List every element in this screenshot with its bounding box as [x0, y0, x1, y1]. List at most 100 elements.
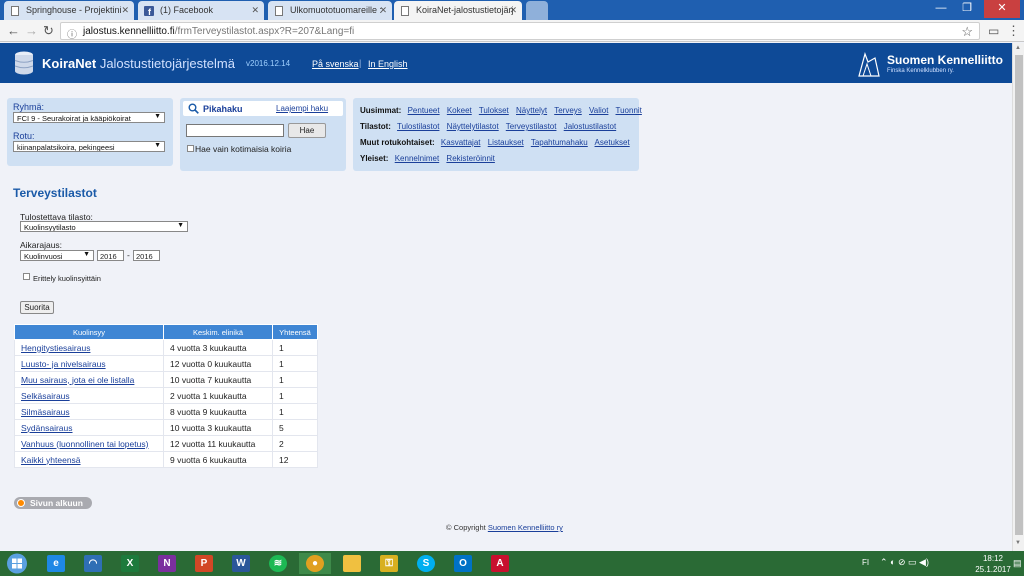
link-tapahtumahaku[interactable]: Tapahtumahaku [531, 138, 588, 147]
link-kennelnimet[interactable]: Kennelnimet [395, 154, 439, 163]
link-terveystilastot[interactable]: Terveystilastot [506, 122, 557, 131]
scroll-down-icon[interactable]: ▼ [1015, 540, 1021, 546]
taskbar-spotify[interactable]: ≋ [262, 553, 294, 574]
acrobat-icon: A [491, 555, 509, 572]
total-cell: 2 [272, 435, 318, 452]
taskbar-skype[interactable]: S [410, 553, 442, 574]
taskbar-excel[interactable]: X [114, 553, 146, 574]
header-cause[interactable]: Kuolinsyy [14, 324, 164, 340]
new-tab-button[interactable] [526, 1, 548, 20]
period-type-select[interactable]: Kuolinvuosi ▼ [20, 250, 94, 261]
statistic-select[interactable]: Kuolinsyytilasto ▼ [20, 221, 188, 232]
info-icon[interactable]: ⓘ [67, 26, 77, 41]
tray-icons[interactable]: ⌃ ◐ ⊘ ▭ ◀) [880, 557, 929, 568]
taskbar-keepass[interactable]: ⚿ [373, 553, 405, 574]
cause-link[interactable]: Kaikki yhteensä [21, 455, 81, 465]
taskbar-ie[interactable]: e [40, 553, 72, 574]
keyboard-language[interactable]: FI [862, 558, 869, 567]
link-swedish[interactable]: På svenska [312, 59, 359, 69]
bookmark-star-icon[interactable]: ☆ [961, 24, 973, 40]
taskbar-acrobat[interactable]: A [484, 553, 516, 574]
link-listaukset[interactable]: Listaukset [488, 138, 524, 147]
group-select[interactable]: FCI 9 - Seurakoirat ja kääpiökoirat ▼ [13, 112, 165, 123]
taskbar-wifi[interactable]: ◠ [77, 553, 109, 574]
taskbar-explorer[interactable] [336, 553, 368, 574]
cause-link[interactable]: Luusto- ja nivelsairaus [21, 359, 106, 369]
cause-link[interactable]: Muu sairaus, jota ei ole listalla [21, 375, 134, 385]
quick-search-input[interactable] [186, 124, 284, 137]
menu-icon[interactable]: ⋮ [1007, 23, 1020, 39]
scroll-up-icon[interactable]: ▲ [1015, 45, 1021, 51]
extension-icon[interactable]: ▭ [988, 23, 999, 39]
close-icon[interactable]: ✕ [509, 5, 517, 16]
link-pentueet[interactable]: Pentueet [408, 106, 440, 115]
scrollbar-thumb[interactable] [1015, 55, 1023, 535]
link-asetukset[interactable]: Asetukset [595, 138, 630, 147]
run-button[interactable]: Suorita [20, 301, 54, 314]
per-cause-checkbox[interactable] [23, 273, 30, 280]
total-cell: 1 [272, 403, 318, 420]
year-from-input[interactable]: 2016 [97, 250, 124, 261]
breed-select[interactable]: kiinanpalatsikoira, pekingeesi ▼ [13, 141, 165, 152]
back-to-top-label: Sivun alkuun [30, 498, 83, 508]
cause-link[interactable]: Silmäsairaus [21, 407, 70, 417]
cause-link[interactable]: Sydänsairaus [21, 423, 73, 433]
year-to-input[interactable]: 2016 [133, 250, 160, 261]
link-valiot[interactable]: Valiot [589, 106, 608, 115]
back-icon[interactable]: ← [7, 23, 20, 39]
avg-age-cell: 8 vuotta 9 kuukautta [163, 403, 273, 420]
link-kokeet[interactable]: Kokeet [447, 106, 472, 115]
avg-age-cell: 12 vuotta 11 kuukautta [163, 435, 273, 452]
table-row-total: Kaikki yhteensä 9 vuotta 6 kuukautta 12 [14, 451, 318, 468]
tab-ulkomuoto[interactable]: Ulkomuototuomareille : ✕ [268, 1, 392, 20]
scrollbar[interactable]: ▲ ▼ [1012, 43, 1024, 551]
header-total[interactable]: Yhteensä [272, 324, 318, 340]
close-icon[interactable]: ✕ [379, 5, 387, 16]
forward-icon[interactable]: → [25, 23, 38, 39]
cause-link[interactable]: Hengitystiesairaus [21, 343, 90, 353]
link-tuonnit[interactable]: Tuonnit [616, 106, 642, 115]
notification-icon[interactable]: ▤ [1013, 558, 1022, 569]
taskbar-chrome[interactable]: ● [299, 553, 331, 574]
cause-link[interactable]: Selkäsairaus [21, 391, 70, 401]
header-separator: | [359, 58, 362, 68]
link-english[interactable]: In English [368, 59, 408, 69]
link-terveys[interactable]: Terveys [554, 106, 582, 115]
link-rekisteroinnit[interactable]: Rekisteröinnit [446, 154, 494, 163]
close-window-icon[interactable]: ✕ [984, 0, 1020, 18]
reload-icon[interactable]: ↻ [43, 23, 54, 39]
copyright-link[interactable]: Suomen Kennelliitto ry [488, 523, 563, 532]
dog-logo-icon [858, 52, 880, 77]
taskbar-outlook[interactable]: O [447, 553, 479, 574]
taskbar-word[interactable]: W [225, 553, 257, 574]
cause-link[interactable]: Vanhuus (luonnollinen tai lopetus) [21, 439, 148, 449]
tab-springhouse[interactable]: Springhouse - Projektini ✕ [4, 1, 134, 20]
minimize-icon[interactable]: — [930, 0, 952, 18]
maximize-icon[interactable]: ❐ [956, 0, 978, 18]
close-icon[interactable]: ✕ [251, 5, 259, 16]
links-row-breed: Muut rotukohtaiset: Kasvattajat Listauks… [360, 138, 635, 147]
close-icon[interactable]: ✕ [121, 5, 129, 16]
table-row: Sydänsairaus 10 vuotta 3 kuukautta 5 [14, 419, 318, 436]
search-button[interactable]: Hae [288, 123, 326, 138]
tab-facebook[interactable]: f (1) Facebook ✕ [138, 1, 264, 20]
link-kasvattajat[interactable]: Kasvattajat [441, 138, 481, 147]
advanced-search-link[interactable]: Laajempi haku [276, 104, 328, 113]
brand-title[interactable]: KoiraNet Jalostustietojärjestelmä [42, 56, 235, 71]
windows-start-icon[interactable] [0, 551, 34, 576]
link-nayttelyt[interactable]: Näyttelyt [516, 106, 547, 115]
link-tulostilastot[interactable]: Tulostilastot [397, 122, 439, 131]
tab-koiranet[interactable]: KoiraNet-jalostustietojärj ✕ [394, 1, 522, 20]
url-input[interactable]: ⓘ jalostus.kennelliitto.fi/frmTerveystil… [60, 22, 980, 41]
link-tulokset[interactable]: Tulokset [479, 106, 509, 115]
kennelliitto-logo[interactable]: Suomen Kennelliitto Finska Kennelklubben… [855, 48, 1005, 80]
link-jalostustilastot[interactable]: Jalostustilastot [564, 122, 616, 131]
avg-age-cell: 4 vuotta 3 kuukautta [163, 339, 273, 356]
domestic-only-checkbox[interactable] [187, 145, 194, 152]
back-to-top-button[interactable]: Sivun alkuun [14, 497, 92, 509]
taskbar-powerpoint[interactable]: P [188, 553, 220, 574]
header-avg-age[interactable]: Keskim. elinikä [163, 324, 273, 340]
link-nayttelytilastot[interactable]: Näyttelytilastot [447, 122, 499, 131]
clock[interactable]: 18:12 25.1.2017 [975, 553, 1011, 575]
taskbar-onenote[interactable]: N [151, 553, 183, 574]
